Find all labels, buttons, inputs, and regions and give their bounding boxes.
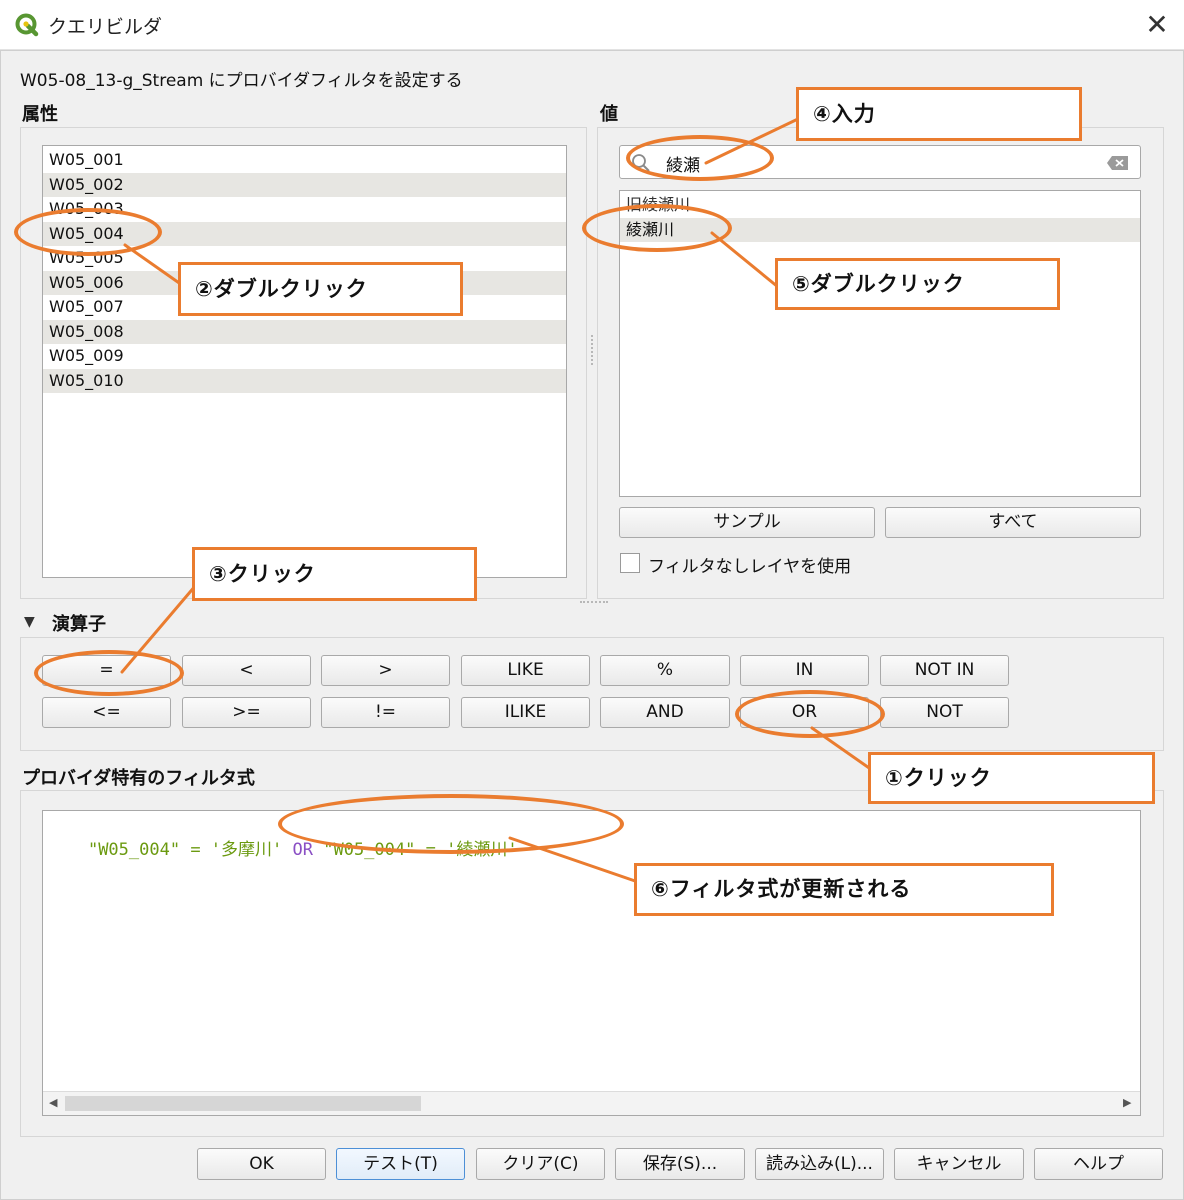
vertical-splitter-handle[interactable] bbox=[591, 335, 594, 365]
annotation-step4: ④入力 bbox=[796, 87, 1082, 141]
expr-token: = bbox=[180, 840, 211, 860]
load-button[interactable]: 読み込み(L)... bbox=[755, 1148, 884, 1180]
filter-expression-heading: プロバイダ特有のフィルタ式 bbox=[22, 768, 255, 789]
window-title: クエリビルダ bbox=[48, 16, 163, 38]
operator-percent-button[interactable]: % bbox=[600, 655, 730, 686]
all-values-button[interactable]: すべて bbox=[885, 507, 1141, 538]
fields-heading: 属性 bbox=[22, 104, 58, 125]
operator-and-button[interactable]: AND bbox=[600, 697, 730, 728]
field-item[interactable]: W05_009 bbox=[43, 344, 566, 369]
annotation-ring-expression bbox=[278, 794, 624, 854]
annotation-ring-field bbox=[14, 208, 162, 256]
annotation-step1: ①クリック bbox=[868, 752, 1155, 804]
annotation-step6: ⑥フィルタ式が更新される bbox=[634, 863, 1054, 916]
qgis-logo-icon bbox=[15, 13, 39, 37]
expr-token: "W05_004" bbox=[87, 840, 181, 860]
annotation-ring-value bbox=[582, 204, 732, 252]
operators-heading[interactable]: 演算子 bbox=[52, 610, 106, 636]
scroll-right-icon[interactable]: ▶ bbox=[1123, 1096, 1131, 1109]
collapse-chevron-icon[interactable]: ▼ bbox=[24, 614, 35, 630]
filter-expression-editor[interactable]: "W05_004" = '多摩川' OR "W05_004" = '綾瀬川' ◀… bbox=[42, 810, 1141, 1116]
title-bar bbox=[0, 0, 1184, 50]
field-item[interactable]: W05_010 bbox=[43, 368, 566, 393]
scroll-left-icon[interactable]: ◀ bbox=[49, 1096, 57, 1109]
clear-search-icon[interactable] bbox=[1106, 155, 1130, 171]
use-unfiltered-layer-checkbox[interactable] bbox=[620, 553, 640, 573]
values-heading: 値 bbox=[600, 104, 618, 125]
expr-token: '多摩川' bbox=[210, 840, 283, 860]
operator-not-equal-button[interactable]: != bbox=[321, 697, 450, 728]
operator-in-button[interactable]: IN bbox=[740, 655, 869, 686]
operator-not-in-button[interactable]: NOT IN bbox=[880, 655, 1009, 686]
annotation-step3: ③クリック bbox=[192, 547, 477, 601]
field-item[interactable]: W05_002 bbox=[43, 172, 566, 197]
annotation-ring-search bbox=[626, 135, 774, 181]
help-button[interactable]: ヘルプ bbox=[1034, 1148, 1163, 1180]
save-button[interactable]: 保存(S)... bbox=[615, 1148, 745, 1180]
annotation-step5: ⑤ダブルクリック bbox=[775, 258, 1060, 310]
operator-like-button[interactable]: LIKE bbox=[461, 655, 590, 686]
field-item[interactable]: W05_001 bbox=[43, 148, 566, 173]
operator-not-button[interactable]: NOT bbox=[880, 697, 1009, 728]
scrollbar-thumb[interactable] bbox=[65, 1096, 421, 1111]
test-button[interactable]: テスト(T) bbox=[336, 1148, 465, 1180]
cancel-button[interactable]: キャンセル bbox=[894, 1148, 1024, 1180]
use-unfiltered-layer-label: フィルタなしレイヤを使用 bbox=[648, 557, 852, 577]
horizontal-scrollbar[interactable]: ◀ ▶ bbox=[43, 1091, 1140, 1115]
annotation-ring-equal bbox=[34, 650, 184, 696]
dialog-subtitle: W05-08_13-g_Stream にプロバイダフィルタを設定する bbox=[20, 71, 463, 91]
operator-ilike-button[interactable]: ILIKE bbox=[461, 697, 590, 728]
clear-button[interactable]: クリア(C) bbox=[476, 1148, 605, 1180]
horizontal-splitter-handle[interactable] bbox=[580, 601, 608, 604]
operator-greater-than-button[interactable]: > bbox=[321, 655, 450, 686]
annotation-ring-or bbox=[735, 690, 885, 738]
annotation-step2: ②ダブルクリック bbox=[178, 262, 463, 316]
close-icon[interactable]: ✕ bbox=[1140, 8, 1174, 42]
operator-less-than-button[interactable]: < bbox=[182, 655, 311, 686]
ok-button[interactable]: OK bbox=[197, 1148, 326, 1180]
operator-less-equal-button[interactable]: <= bbox=[42, 697, 171, 728]
operator-greater-equal-button[interactable]: >= bbox=[182, 697, 311, 728]
field-item[interactable]: W05_008 bbox=[43, 319, 566, 344]
sample-button[interactable]: サンプル bbox=[619, 507, 875, 538]
